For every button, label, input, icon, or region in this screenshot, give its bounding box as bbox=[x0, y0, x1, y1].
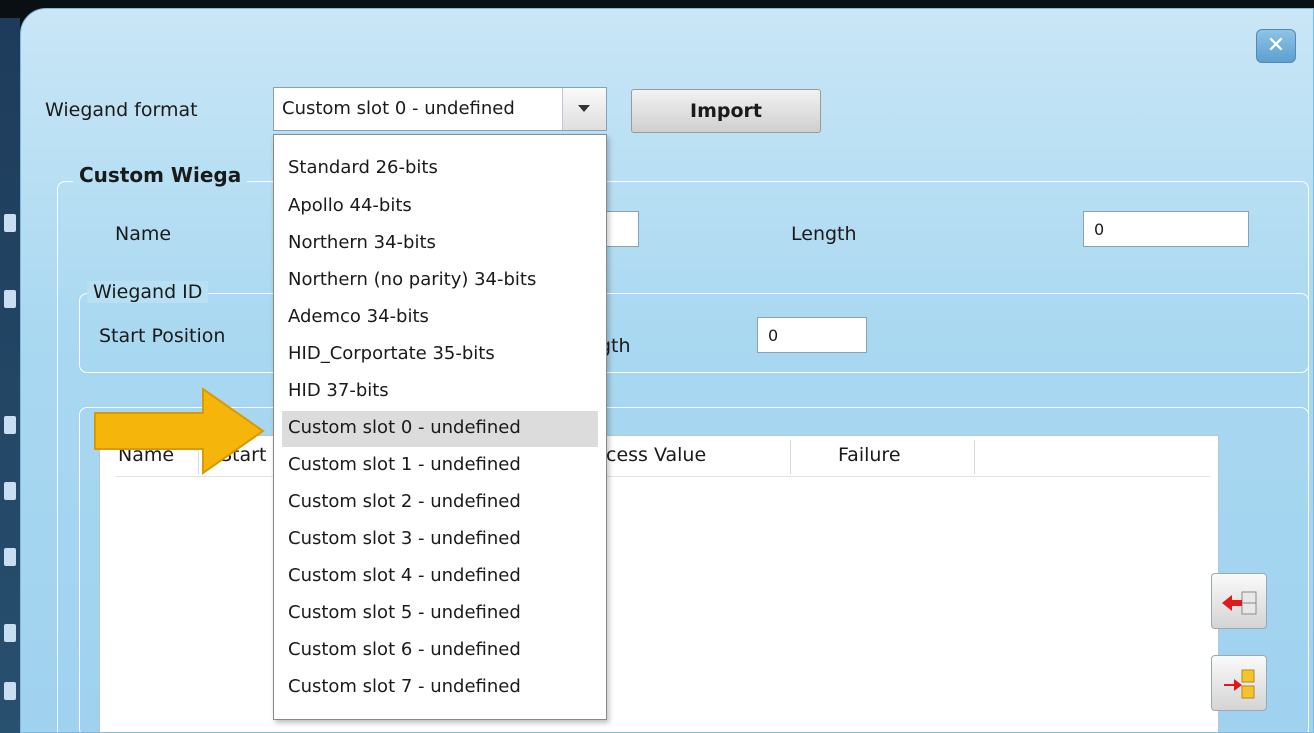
import-button[interactable]: Import bbox=[631, 89, 821, 133]
start-position-label: Start Position bbox=[99, 325, 226, 347]
length-input[interactable]: 0 bbox=[1083, 211, 1249, 247]
wiegand-format-label: Wiegand format bbox=[45, 99, 198, 121]
length-label: Length bbox=[791, 223, 857, 245]
background-stub bbox=[4, 290, 16, 308]
dropdown-option[interactable]: Custom slot 3 - undefined bbox=[274, 522, 606, 558]
dropdown-option[interactable]: Northern (no parity) 34-bits bbox=[274, 263, 606, 299]
dropdown-option[interactable]: HID_Corportate 35-bits bbox=[274, 337, 606, 373]
dropdown-option[interactable]: Northern 34-bits bbox=[274, 226, 606, 262]
wiegand-id-title: Wiegand ID bbox=[87, 281, 209, 303]
dropdown-option[interactable]: Custom slot 6 - undefined bbox=[274, 633, 606, 669]
close-button[interactable]: ✕ bbox=[1256, 29, 1296, 63]
annotation-arrow-icon bbox=[94, 387, 265, 475]
background-stub bbox=[4, 682, 16, 700]
background-stub bbox=[4, 482, 16, 500]
dropdown-option[interactable]: Apollo 44-bits bbox=[274, 189, 606, 225]
dropdown-option[interactable]: Ademco 34-bits bbox=[274, 300, 606, 336]
dropdown-option[interactable]: Custom slot 2 - undefined bbox=[274, 485, 606, 521]
move-left-button[interactable] bbox=[1211, 573, 1267, 629]
dropdown-option[interactable]: Custom slot 5 - undefined bbox=[274, 596, 606, 632]
import-blocks-button[interactable] bbox=[1211, 655, 1267, 711]
column-header-failure[interactable]: Failure bbox=[838, 444, 901, 466]
move-left-arrow-icon bbox=[1222, 591, 1257, 615]
parity-table[interactable]: Name Start cess Value Failure bbox=[99, 435, 1219, 732]
dropdown-option[interactable]: Custom slot 4 - undefined bbox=[274, 559, 606, 595]
wiegand-id-group bbox=[79, 293, 1309, 373]
dropdown-option[interactable]: HID 37-bits bbox=[274, 374, 606, 410]
background-stub bbox=[4, 214, 16, 232]
dropdown-option-selected[interactable]: Custom slot 0 - undefined bbox=[282, 411, 598, 447]
background-stub bbox=[4, 624, 16, 642]
dropdown-option[interactable]: Standard 26-bits bbox=[274, 151, 606, 187]
dropdown-option[interactable]: Custom slot 1 - undefined bbox=[274, 448, 606, 484]
close-icon: ✕ bbox=[1266, 33, 1286, 58]
wiegand-format-value: Custom slot 0 - undefined bbox=[282, 98, 515, 119]
column-separator bbox=[790, 440, 791, 474]
name-label: Name bbox=[115, 223, 172, 245]
custom-wiegand-dialog: ✕ Wiegand format Custom slot 0 - undefin… bbox=[20, 8, 1314, 733]
chevron-down-icon[interactable] bbox=[562, 88, 606, 130]
background-stub bbox=[4, 548, 16, 566]
wiegand-format-dropdown-list[interactable]: Standard 26-bits Apollo 44-bits Northern… bbox=[273, 134, 607, 720]
dropdown-option[interactable]: Custom slot 7 - undefined bbox=[274, 670, 606, 706]
import-blocks-icon bbox=[1224, 669, 1255, 699]
background-stub bbox=[4, 416, 16, 434]
wiegand-format-select[interactable]: Custom slot 0 - undefined bbox=[273, 87, 607, 131]
custom-wiegand-group-title: Custom Wiega bbox=[73, 163, 248, 187]
column-header-success-value[interactable]: cess Value bbox=[606, 444, 706, 466]
id-length-input[interactable]: 0 bbox=[757, 317, 867, 353]
background-window-strip bbox=[0, 18, 20, 733]
column-separator bbox=[974, 440, 975, 474]
